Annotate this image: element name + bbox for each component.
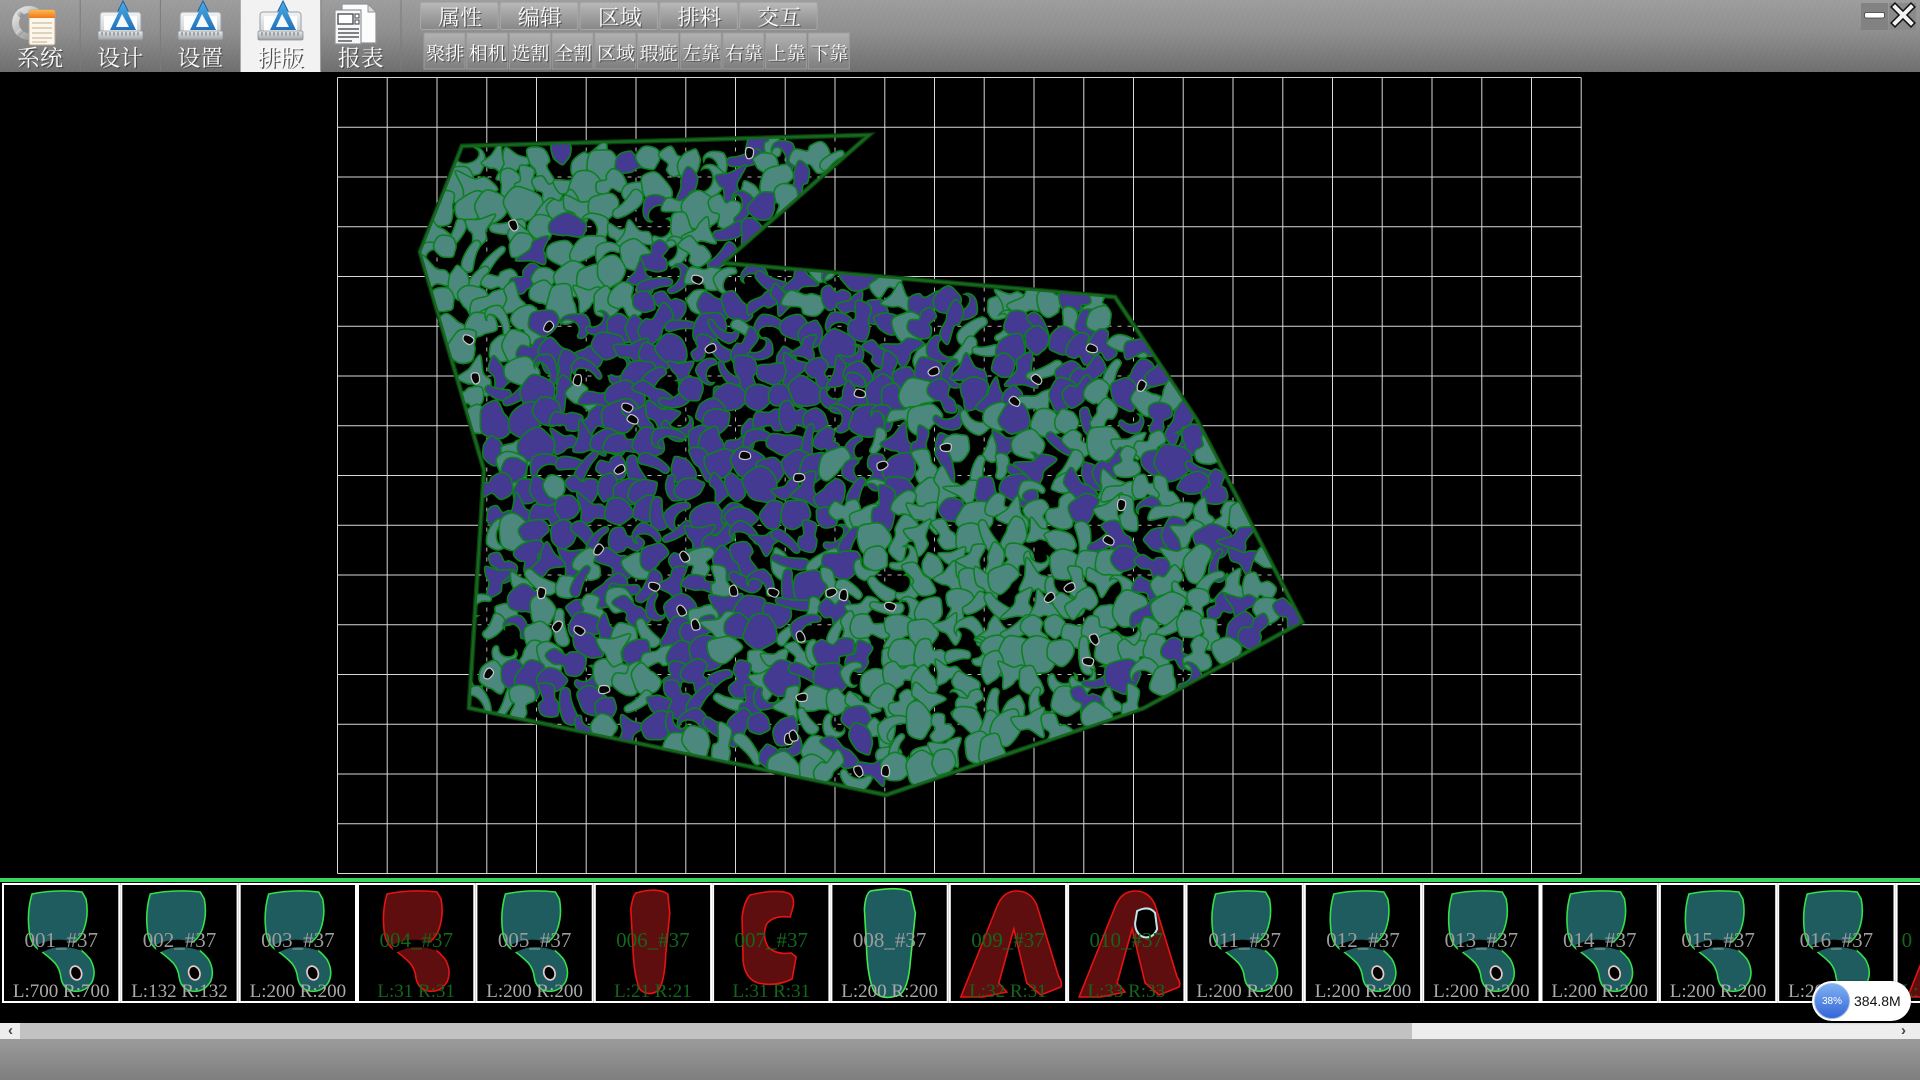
svg-text:011_#37: 011_#37 [1208, 928, 1281, 952]
svg-text:010_#37: 010_#37 [1090, 928, 1164, 952]
svg-text:L:200 R:200: L:200 R:200 [250, 981, 347, 1002]
svg-text:005_#37: 005_#37 [498, 928, 572, 952]
svg-text:013_#37: 013_#37 [1445, 928, 1519, 952]
svg-text:007_#37: 007_#37 [735, 928, 809, 952]
svg-text:016_#37: 016_#37 [1800, 928, 1874, 952]
svg-text:001_#37: 001_#37 [24, 928, 98, 952]
svg-text:L:31 R:31: L:31 R:31 [733, 981, 811, 1002]
svg-text:L:32 R:31: L:32 R:31 [969, 981, 1047, 1002]
svg-text:014_#37: 014_#37 [1563, 928, 1637, 952]
svg-text:004_#37: 004_#37 [379, 928, 453, 952]
svg-text:L:31 R:31: L:31 R:31 [377, 981, 455, 1002]
svg-text:L:33 R:33: L:33 R:33 [1088, 981, 1166, 1002]
svg-text:006_#37: 006_#37 [616, 928, 690, 952]
svg-text:003_#37: 003_#37 [261, 928, 335, 952]
svg-text:009_#37: 009_#37 [971, 928, 1045, 952]
svg-text:002_#37: 002_#37 [143, 928, 217, 952]
svg-text:0: 0 [1902, 928, 1913, 952]
svg-text:L:200 R:200: L:200 R:200 [1551, 981, 1648, 1002]
svg-text:L:132 R:132: L:132 R:132 [131, 981, 228, 1002]
svg-text:L:200 R:200: L:200 R:200 [841, 981, 938, 1002]
svg-text:015_#37: 015_#37 [1681, 928, 1755, 952]
svg-text:L:200 R:200: L:200 R:200 [486, 981, 583, 1002]
svg-text:012_#37: 012_#37 [1326, 928, 1400, 952]
svg-text:L:200 R:200: L:200 R:200 [1196, 981, 1293, 1002]
svg-text:L:21 R:21: L:21 R:21 [614, 981, 692, 1002]
svg-text:L:200 R:200: L:200 R:200 [1433, 981, 1530, 1002]
svg-text:L:200 R:200: L:200 R:200 [1315, 981, 1412, 1002]
svg-text:L:700 R:700: L:700 R:700 [13, 981, 110, 1002]
svg-text:008_#37: 008_#37 [853, 928, 927, 952]
svg-text:L:200 R:200: L:200 R:200 [1670, 981, 1767, 1002]
